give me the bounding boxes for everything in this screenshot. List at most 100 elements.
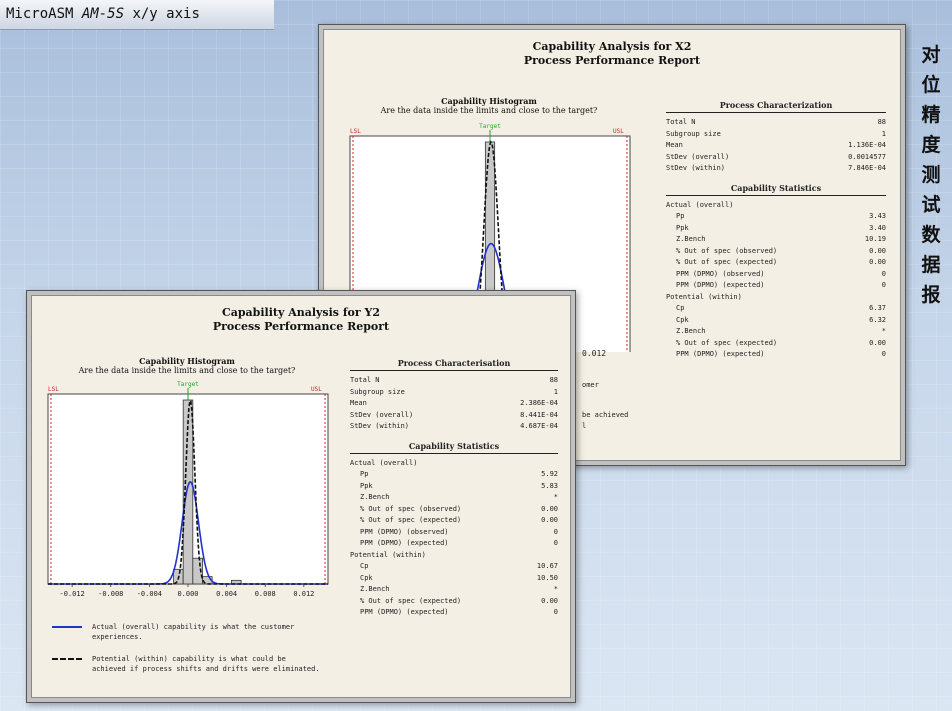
group-label: Actual (overall) bbox=[666, 200, 734, 209]
stat-value: 3.40 bbox=[869, 223, 886, 232]
lsl-label: LSL bbox=[48, 386, 59, 393]
stat-label: StDev (overall) bbox=[666, 152, 730, 161]
caption-char: 数 bbox=[921, 224, 941, 246]
stat-value: * bbox=[553, 493, 558, 501]
section-header: Capability Statistics bbox=[350, 441, 558, 454]
stat-label: Z.Bench bbox=[676, 327, 706, 335]
stat-value: 8.441E-04 bbox=[520, 410, 558, 419]
stat-row: PPM (DPMO) (observed) 0 bbox=[666, 269, 886, 281]
stat-value: 1.136E-04 bbox=[848, 141, 886, 149]
stat-row: Total N 88 bbox=[350, 375, 558, 387]
stat-row: % Out of spec (expected) 0.00 bbox=[350, 515, 558, 527]
stat-label: Subgroup size bbox=[666, 129, 721, 138]
stat-value: 0.00 bbox=[541, 516, 558, 524]
caption-char: 报 bbox=[921, 284, 941, 306]
stat-label: Z.Bench bbox=[360, 493, 390, 501]
legend-fragment: omer bbox=[582, 381, 599, 389]
stat-value: 0.00 bbox=[869, 258, 886, 266]
stat-value: 0 bbox=[881, 350, 886, 358]
stat-label: PPM (DPMO) (expected) bbox=[676, 281, 765, 289]
stat-value: 5.92 bbox=[541, 470, 558, 478]
stat-row: Subgroup size 1 bbox=[350, 387, 558, 399]
caption-char: 对 bbox=[921, 44, 941, 66]
stat-row: StDev (within) 4.687E-04 bbox=[350, 421, 558, 433]
stat-value: 88 bbox=[877, 118, 886, 126]
stat-value: 0.00 bbox=[869, 246, 886, 255]
stat-label: Cpk bbox=[360, 573, 373, 582]
stat-row: % Out of spec (expected) 0.00 bbox=[666, 338, 886, 350]
vertical-caption: 对位精度测试数据报 bbox=[918, 40, 944, 310]
caption-char: 据 bbox=[921, 254, 941, 276]
stat-value: 0.00 bbox=[541, 504, 558, 513]
legend-fragment: l bbox=[582, 422, 587, 430]
stat-label: PPM (DPMO) (expected) bbox=[360, 539, 449, 547]
axis-tick-label: 0.012 bbox=[582, 349, 607, 358]
x-tick-label: -0.008 bbox=[98, 590, 123, 598]
legend-item-potential: Potential (within) capability is what co… bbox=[52, 654, 322, 674]
histogram-title: Capability Histogram Are the data inside… bbox=[78, 356, 296, 375]
stat-row: % Out of spec (observed) 0.00 bbox=[350, 504, 558, 516]
stat-value: 1 bbox=[553, 387, 558, 396]
x-tick-label: -0.012 bbox=[59, 590, 84, 598]
stat-row: StDev (within) 7.846E-04 bbox=[666, 163, 886, 175]
chart-legend: Actual (overall) capability is what the … bbox=[52, 622, 322, 686]
caption-char: 试 bbox=[921, 194, 941, 216]
stat-row: Ppk 3.40 bbox=[666, 223, 886, 235]
stat-label: % Out of spec (expected) bbox=[360, 596, 462, 605]
x-tick-label: 0.012 bbox=[293, 590, 314, 598]
stat-row: Pp 5.92 bbox=[350, 469, 558, 481]
stat-label: % Out of spec (observed) bbox=[360, 504, 462, 513]
stat-value: 3.43 bbox=[869, 212, 886, 220]
stat-value: 1 bbox=[881, 129, 886, 138]
legend-item-actual: Actual (overall) capability is what the … bbox=[52, 622, 322, 642]
report-title: Capability Analysis for Y2 Process Perfo… bbox=[212, 306, 390, 333]
section-header: Process Characterization bbox=[666, 100, 886, 113]
group-label: Potential (within) bbox=[350, 550, 426, 559]
stat-label: PPM (DPMO) (expected) bbox=[676, 350, 765, 358]
stat-label: PPM (DPMO) (observed) bbox=[676, 269, 765, 278]
slide-title: MicroASM AM-5S x/y axis bbox=[0, 0, 274, 30]
stat-row: PPM (DPMO) (expected) 0 bbox=[350, 607, 558, 619]
stat-value: 5.83 bbox=[541, 481, 558, 490]
histogram-y2: LSL USL Target -0.012 -0.008 -0.004 0.000 0.004… bbox=[47, 381, 329, 598]
stat-row: Pp 3.43 bbox=[666, 211, 886, 223]
group-label: Actual (overall) bbox=[350, 458, 418, 467]
stat-row: Cpk 10.50 bbox=[350, 573, 558, 585]
stat-label: % Out of spec (expected) bbox=[360, 516, 462, 524]
stat-row: PPM (DPMO) (expected) 0 bbox=[666, 280, 886, 292]
stat-row: Mean 2.386E-04 bbox=[350, 398, 558, 410]
stat-row: Z.Bench * bbox=[350, 492, 558, 504]
caption-char: 位 bbox=[921, 74, 941, 96]
target-label: Target bbox=[177, 381, 199, 388]
stat-value: 4.687E-04 bbox=[520, 422, 558, 430]
stat-value: 10.19 bbox=[864, 235, 886, 243]
stat-label: Z.Bench bbox=[676, 235, 706, 243]
stat-label: % Out of spec (observed) bbox=[676, 246, 778, 255]
stat-label: StDev (overall) bbox=[350, 410, 414, 419]
report-window-y2[interactable]: Capability Analysis for Y2 Process Perfo… bbox=[26, 290, 576, 703]
stat-label: % Out of spec (expected) bbox=[676, 338, 778, 347]
stat-label: Mean bbox=[350, 399, 367, 407]
stat-row: Cpk 6.32 bbox=[666, 315, 886, 327]
stat-row: Cp 10.67 bbox=[350, 561, 558, 573]
stat-row: PPM (DPMO) (expected) 0 bbox=[666, 349, 886, 361]
stat-label: % Out of spec (expected) bbox=[676, 258, 778, 266]
stat-row: Cp 6.37 bbox=[666, 303, 886, 315]
stat-value: 0.0014577 bbox=[848, 152, 886, 161]
target-label: Target bbox=[479, 123, 501, 130]
stat-row: % Out of spec (observed) 0.00 bbox=[666, 246, 886, 258]
stat-row: Ppk 5.83 bbox=[350, 481, 558, 493]
x-tick-label: 0.004 bbox=[216, 590, 237, 598]
stat-value: 6.37 bbox=[869, 304, 886, 312]
caption-char: 精 bbox=[921, 104, 941, 126]
section-header: Capability Statistics bbox=[666, 183, 886, 196]
stat-value: 0 bbox=[553, 608, 558, 616]
histogram-title: Capability Histogram Are the data inside… bbox=[380, 96, 598, 115]
stat-row: Mean 1.136E-04 bbox=[666, 140, 886, 152]
stat-row: % Out of spec (expected) 0.00 bbox=[666, 257, 886, 269]
stat-label: Cp bbox=[676, 304, 685, 312]
stat-row: Total N 88 bbox=[666, 117, 886, 129]
stat-row: % Out of spec (expected) 0.00 bbox=[350, 596, 558, 608]
stat-row: Z.Bench * bbox=[666, 326, 886, 338]
section-header: Process Characterisation bbox=[350, 358, 558, 371]
